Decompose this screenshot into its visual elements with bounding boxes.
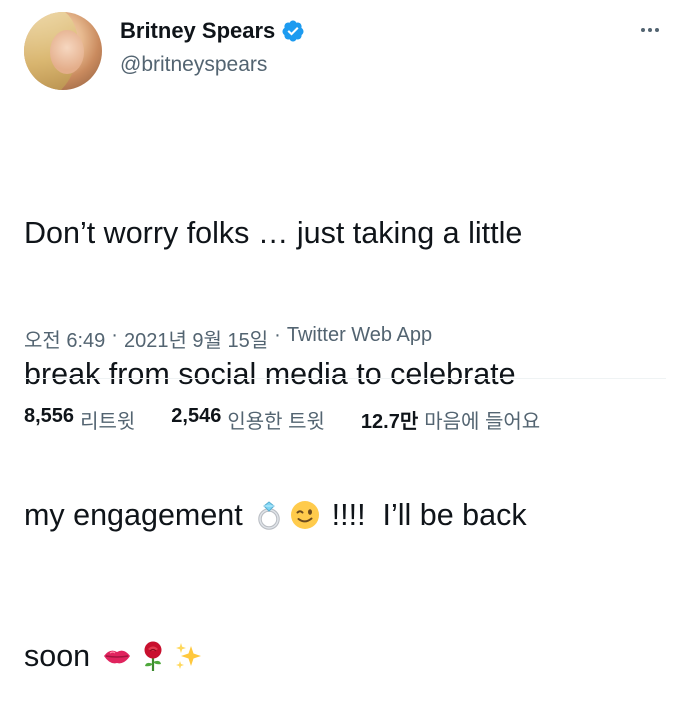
author-handle[interactable]: @britneyspears — [120, 53, 267, 77]
meta-separator: · — [274, 324, 281, 346]
tweet-source-app[interactable]: Twitter Web App — [287, 324, 432, 353]
avatar[interactable] — [24, 12, 102, 90]
more-dot-icon — [648, 28, 652, 32]
rose-icon — [144, 641, 162, 671]
ring-icon — [258, 501, 280, 530]
tweet-line: break from social media to celebrate — [24, 357, 516, 391]
meta-separator: · — [111, 324, 118, 346]
kiss-lips-icon — [103, 650, 130, 664]
likes-stat[interactable]: 12.7만 마음에 들어요 — [361, 405, 540, 434]
winking-face-icon — [291, 501, 320, 529]
author-name-row: Britney Spears — [120, 18, 305, 44]
tweet-line-segment: my engagement — [24, 498, 252, 532]
quote-tweets-count: 2,546 — [171, 405, 222, 427]
tweet-time[interactable]: 오전 6:49 — [24, 324, 105, 353]
tweet-line: Don’t worry folks … just taking a little — [24, 216, 523, 250]
likes-count: 12.7만 — [360, 411, 419, 433]
sparkles-icon — [175, 643, 201, 669]
author-name[interactable]: Britney Spears — [120, 18, 275, 44]
tweet-meta: 오전 6:49 · 2021년 9월 15일 · Twitter Web App — [24, 324, 432, 353]
tweet-line: my engagement !!!! I’ll be back — [24, 492, 664, 539]
retweets-label: 리트윗 — [80, 411, 136, 433]
more-options-button[interactable] — [632, 18, 668, 42]
retweets-count: 8,556 — [24, 405, 75, 427]
avatar-face — [50, 30, 84, 74]
quote-tweets-label: 인용한 트윗 — [227, 411, 325, 433]
tweet-date[interactable]: 2021년 9월 15일 — [124, 324, 268, 353]
quote-tweets-stat[interactable]: 2,546 인용한 트윗 — [171, 405, 325, 434]
tweet-line-segment: soon — [24, 639, 99, 673]
tweet-stats: 8,556 리트윗 2,546 인용한 트윗 12.7만 마음에 들어요 — [24, 405, 576, 434]
verified-badge-icon — [282, 20, 304, 42]
more-dot-icon — [655, 28, 659, 32]
more-dot-icon — [641, 28, 645, 32]
likes-label: 마음에 들어요 — [424, 411, 541, 433]
retweets-stat[interactable]: 8,556 리트윗 — [24, 405, 135, 434]
divider — [24, 378, 666, 379]
tweet-line: soon — [24, 633, 664, 680]
tweet-line-segment: !!!! I’ll be back — [323, 498, 527, 532]
